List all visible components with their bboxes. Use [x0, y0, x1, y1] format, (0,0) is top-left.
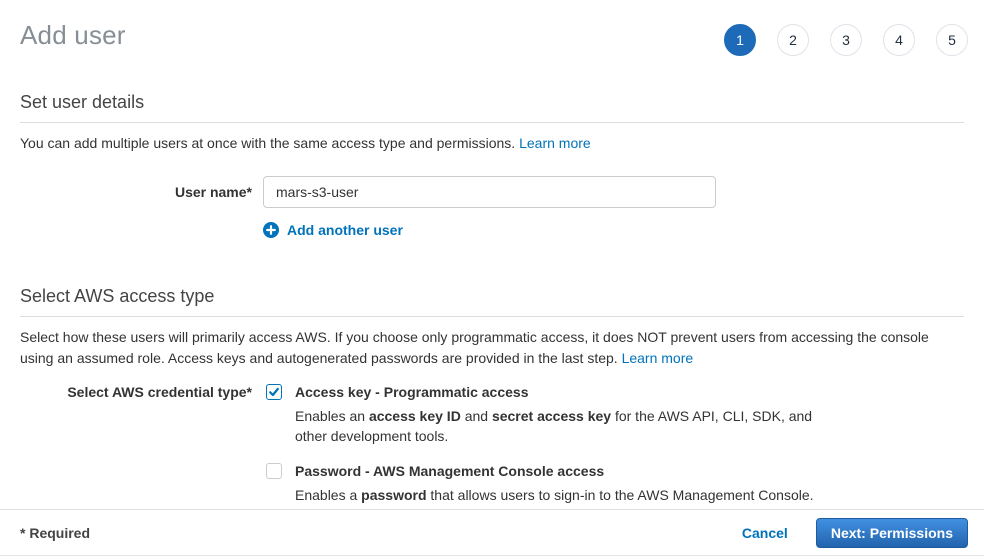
access-key-option-body: Access key - Programmatic access Enables… — [295, 383, 830, 446]
checkmark-icon — [268, 386, 280, 398]
add-another-user-label: Add another user — [287, 222, 403, 238]
access-key-checkbox[interactable] — [266, 384, 282, 400]
user-details-description-text: You can add multiple users at once with … — [20, 135, 515, 151]
username-input[interactable] — [263, 176, 716, 208]
add-another-user-button[interactable]: Add another user — [263, 222, 964, 238]
access-type-description: Select how these users will primarily ac… — [20, 327, 964, 369]
access-type-learn-more-link[interactable]: Learn more — [622, 350, 694, 366]
page-header: Add user 1 2 3 4 5 — [0, 0, 984, 70]
username-row: User name* — [20, 176, 964, 208]
wizard-step-2: 2 — [777, 24, 809, 56]
password-option-description: Enables a password that allows users to … — [295, 485, 814, 505]
password-option-title: Password - AWS Management Console access — [295, 462, 814, 480]
access-key-option-description: Enables an access key ID and secret acce… — [295, 406, 830, 446]
credential-type-label: Select AWS credential type* — [20, 383, 252, 505]
desc-text: and — [461, 408, 492, 424]
next-permissions-button[interactable]: Next: Permissions — [816, 518, 968, 548]
wizard-step-4: 4 — [883, 24, 915, 56]
credential-options: Access key - Programmatic access Enables… — [263, 383, 830, 505]
access-key-option-title: Access key - Programmatic access — [295, 383, 830, 401]
wizard-step-5: 5 — [936, 24, 968, 56]
wizard-step-1: 1 — [724, 24, 756, 56]
wizard-steps: 1 2 3 4 5 — [724, 24, 968, 56]
add-user-page: Add user 1 2 3 4 5 Set user details You … — [0, 0, 984, 556]
required-note: * Required — [20, 525, 90, 541]
option-password: Password - AWS Management Console access… — [263, 462, 830, 505]
section-access-type: Select AWS access type Select how these … — [0, 286, 984, 505]
username-label: User name* — [20, 176, 252, 208]
wizard-step-3: 3 — [830, 24, 862, 56]
cancel-button[interactable]: Cancel — [742, 525, 788, 541]
password-checkbox[interactable] — [266, 463, 282, 479]
wizard-footer: * Required Cancel Next: Permissions — [0, 509, 984, 556]
access-type-heading: Select AWS access type — [20, 286, 964, 317]
desc-bold: secret access key — [492, 408, 611, 424]
desc-text: Enables an — [295, 408, 369, 424]
desc-bold: password — [361, 487, 426, 503]
section-user-details: Set user details You can add multiple us… — [0, 92, 984, 238]
desc-text: Enables a — [295, 487, 361, 503]
access-type-description-text: Select how these users will primarily ac… — [20, 329, 929, 366]
desc-bold: access key ID — [369, 408, 461, 424]
user-details-learn-more-link[interactable]: Learn more — [519, 135, 591, 151]
user-details-description: You can add multiple users at once with … — [20, 133, 964, 154]
credential-type-row: Select AWS credential type* Access key -… — [20, 383, 964, 505]
desc-text: that allows users to sign-in to the AWS … — [427, 487, 814, 503]
plus-circle-icon — [263, 222, 279, 238]
option-access-key: Access key - Programmatic access Enables… — [263, 383, 830, 446]
password-option-body: Password - AWS Management Console access… — [295, 462, 814, 505]
user-details-heading: Set user details — [20, 92, 964, 123]
